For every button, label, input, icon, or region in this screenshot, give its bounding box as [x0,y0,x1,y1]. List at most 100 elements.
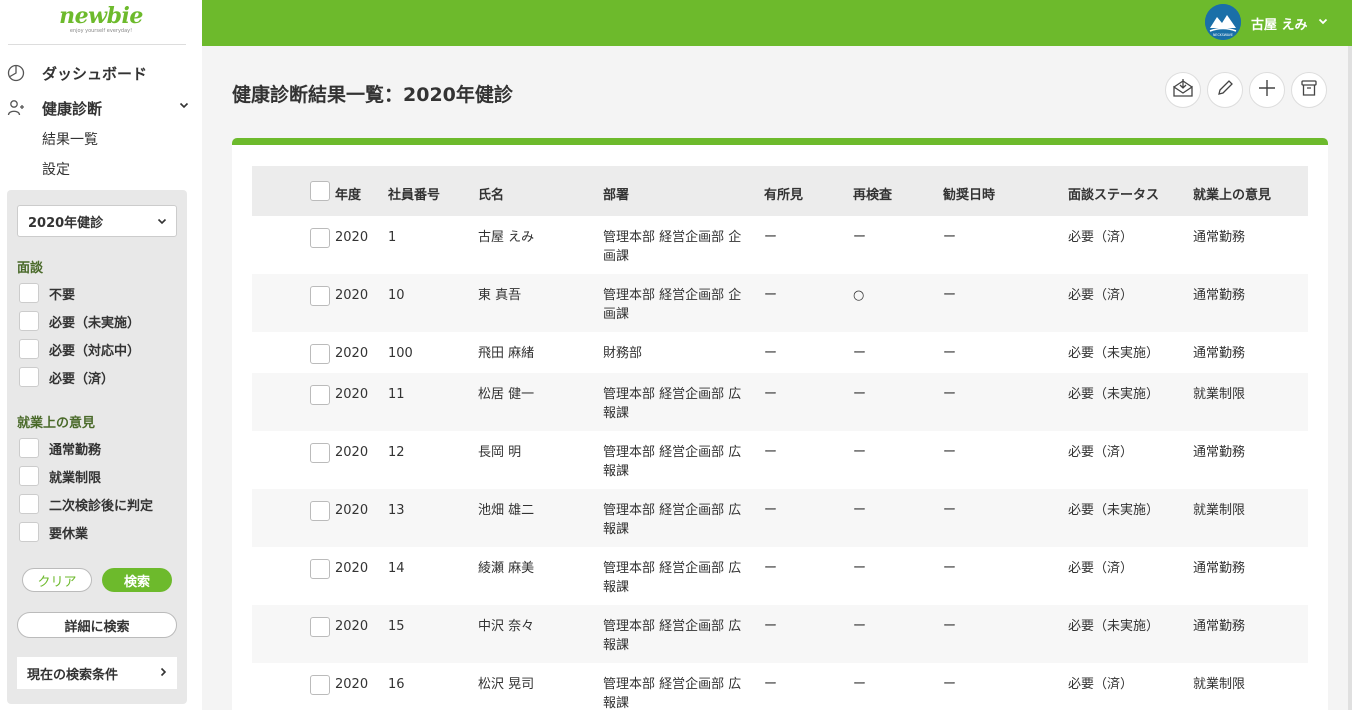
cell-name[interactable]: 松沢 晃司 [478,675,534,694]
cell-recheck: ー [853,346,867,361]
cell-name[interactable]: 東 真吾 [478,286,521,305]
chevron-down-icon [156,215,168,231]
cell-name[interactable]: 松居 健一 [478,385,534,404]
checkbox[interactable] [19,311,39,331]
cell-dept: 管理本部 経営企画部 広報課 [603,501,741,539]
cell-status: 必要（済） [1068,561,1134,576]
delete-button[interactable] [1291,72,1327,108]
cell-dept-line: 報課 [603,522,630,537]
checkbox[interactable] [19,339,39,359]
row-checkbox[interactable] [310,228,330,248]
checkbox-label: 要休業 [49,526,89,542]
cell-dept-line: 報課 [603,638,630,653]
interview-option[interactable]: 必要（済） [19,367,114,387]
checkbox[interactable] [19,494,39,514]
cell-name[interactable]: 綾瀬 麻美 [478,559,534,578]
cell-recheck: ー [853,677,867,692]
cell-name[interactable]: 中沢 奈々 [478,617,534,636]
user-name[interactable]: 古屋 えみ [1251,14,1308,33]
opinion-option[interactable]: 通常勤務 [19,438,101,458]
cell-year: 2020 [335,561,369,576]
table-row[interactable]: 2020 10 東 真吾 ー ○ ー 必要（済） 通常勤務 管理本部 経営企画部 企画課 [252,274,1308,332]
cell-status: 必要（済） [1068,230,1134,245]
row-checkbox[interactable] [310,286,330,306]
table-row[interactable]: 2020 11 松居 健一 ー ー ー 必要（未実施） 就業制限 管理本部 経営企画部 広報課 [252,373,1308,431]
checkbox[interactable] [19,466,39,486]
interview-option[interactable]: 必要（未実施） [19,311,140,331]
sidebar-divider [8,44,186,45]
avatar[interactable]: NECKSWAVE [1205,4,1241,40]
col-year[interactable]: 年度 [335,184,361,203]
row-checkbox[interactable] [310,675,330,695]
opinion-option[interactable]: 二次検診後に判定 [19,494,153,514]
select-all-checkbox[interactable] [310,181,330,201]
current-conditions[interactable]: 現在の検索条件 [17,657,177,689]
cell-dept-line: 報課 [603,464,630,479]
detail-search-button[interactable]: 詳細に検索 [17,612,177,638]
row-checkbox[interactable] [310,344,330,364]
logo[interactable]: newbie enjoy yourself everyday! [55,2,147,34]
cell-name[interactable]: 池畑 雄二 [478,501,534,520]
chevron-down-icon[interactable] [178,99,190,115]
opinion-option[interactable]: 要休業 [19,522,88,542]
edit-button[interactable] [1207,72,1243,108]
col-id[interactable]: 社員番号 [388,184,440,203]
col-finding[interactable]: 有所見 [764,184,803,203]
cell-dept-line: 管理本部 経営企画部 広 [603,561,742,576]
cell-dept: 管理本部 経営企画部 広報課 [603,617,741,655]
table-row[interactable]: 2020 100 飛田 麻緒 ー ー ー 必要（未実施） 通常勤務 財務部 [252,332,1308,373]
cell-finding: ー [764,288,778,303]
cell-name[interactable]: 古屋 えみ [478,228,534,247]
cell-name[interactable]: 飛田 麻緒 [478,344,534,363]
col-name[interactable]: 氏名 [478,184,504,203]
exam-select[interactable]: 2020年健診 [17,205,177,237]
cell-year: 2020 [335,677,369,692]
table-row[interactable]: 2020 12 長岡 明 ー ー ー 必要（済） 通常勤務 管理本部 経営企画部 広報課 [252,431,1308,489]
plus-icon [1257,78,1277,102]
add-button[interactable] [1249,72,1285,108]
checkbox[interactable] [19,438,39,458]
table-row[interactable]: 2020 16 松沢 晃司 ー ー ー 必要（済） 就業制限 管理本部 経営企画部 広報課 [252,663,1308,710]
row-checkbox[interactable] [310,501,330,521]
cell-recheck: ー [853,503,867,518]
checkbox-label: 二次検診後に判定 [49,498,154,514]
row-checkbox[interactable] [310,385,330,405]
checkbox[interactable] [19,367,39,387]
table-row[interactable]: 2020 13 池畑 雄二 ー ー ー 必要（未実施） 就業制限 管理本部 経営企画部 広報課 [252,489,1308,547]
row-checkbox[interactable] [310,617,330,637]
scrollbar[interactable] [1348,46,1352,710]
sidebar-item-health[interactable]: 健康診断 [6,97,192,119]
table-row[interactable]: 2020 14 綾瀬 麻美 ー ー ー 必要（済） 通常勤務 管理本部 経営企画部 広報課 [252,547,1308,605]
exam-select-value: 2020年健診 [28,215,104,231]
col-date[interactable]: 勧奨日時 [943,184,995,203]
row-checkbox[interactable] [310,559,330,579]
checkbox[interactable] [19,283,39,303]
table-row[interactable]: 2020 1 古屋 えみ ー ー ー 必要（済） 通常勤務 管理本部 経営企画部 企画課 [252,216,1308,274]
chevron-down-icon[interactable] [1317,15,1329,31]
cell-dept: 財務部 [603,344,642,363]
sidebar-subitem-settings[interactable]: 設定 [42,159,70,179]
col-status[interactable]: 面談ステータス [1068,184,1159,203]
cell-dept-line: 管理本部 経営企画部 企 [603,230,742,245]
search-button[interactable]: 検索 [102,568,172,592]
opinion-option[interactable]: 就業制限 [19,466,101,486]
cell-recheck: ー [853,230,867,245]
sidebar-subitem-results[interactable]: 結果一覧 [42,129,98,149]
interview-option[interactable]: 不要 [19,283,75,303]
cell-opinion: 通常勤務 [1193,346,1246,361]
mail-download-button[interactable] [1165,72,1201,108]
col-recheck[interactable]: 再検査 [853,184,892,203]
checkbox-label: 必要（対応中） [49,343,141,359]
checkbox[interactable] [19,522,39,542]
trash-icon [1299,78,1319,102]
cell-name[interactable]: 長岡 明 [478,443,521,462]
interview-option[interactable]: 必要（対応中） [19,339,140,359]
cell-recheck: ー [853,445,867,460]
clear-button[interactable]: クリア [22,568,92,592]
row-checkbox[interactable] [310,443,330,463]
table-row[interactable]: 2020 15 中沢 奈々 ー ー ー 必要（未実施） 通常勤務 管理本部 経営企画部 広報課 [252,605,1308,663]
col-opinion[interactable]: 就業上の意見 [1193,184,1271,203]
col-dept[interactable]: 部署 [603,184,629,203]
results-card: 年度 社員番号 氏名 部署 有所見 再検査 勧奨日時 面談ステータス 就業上の意… [232,138,1328,710]
sidebar-item-dashboard[interactable]: ダッシュボード [6,62,192,84]
